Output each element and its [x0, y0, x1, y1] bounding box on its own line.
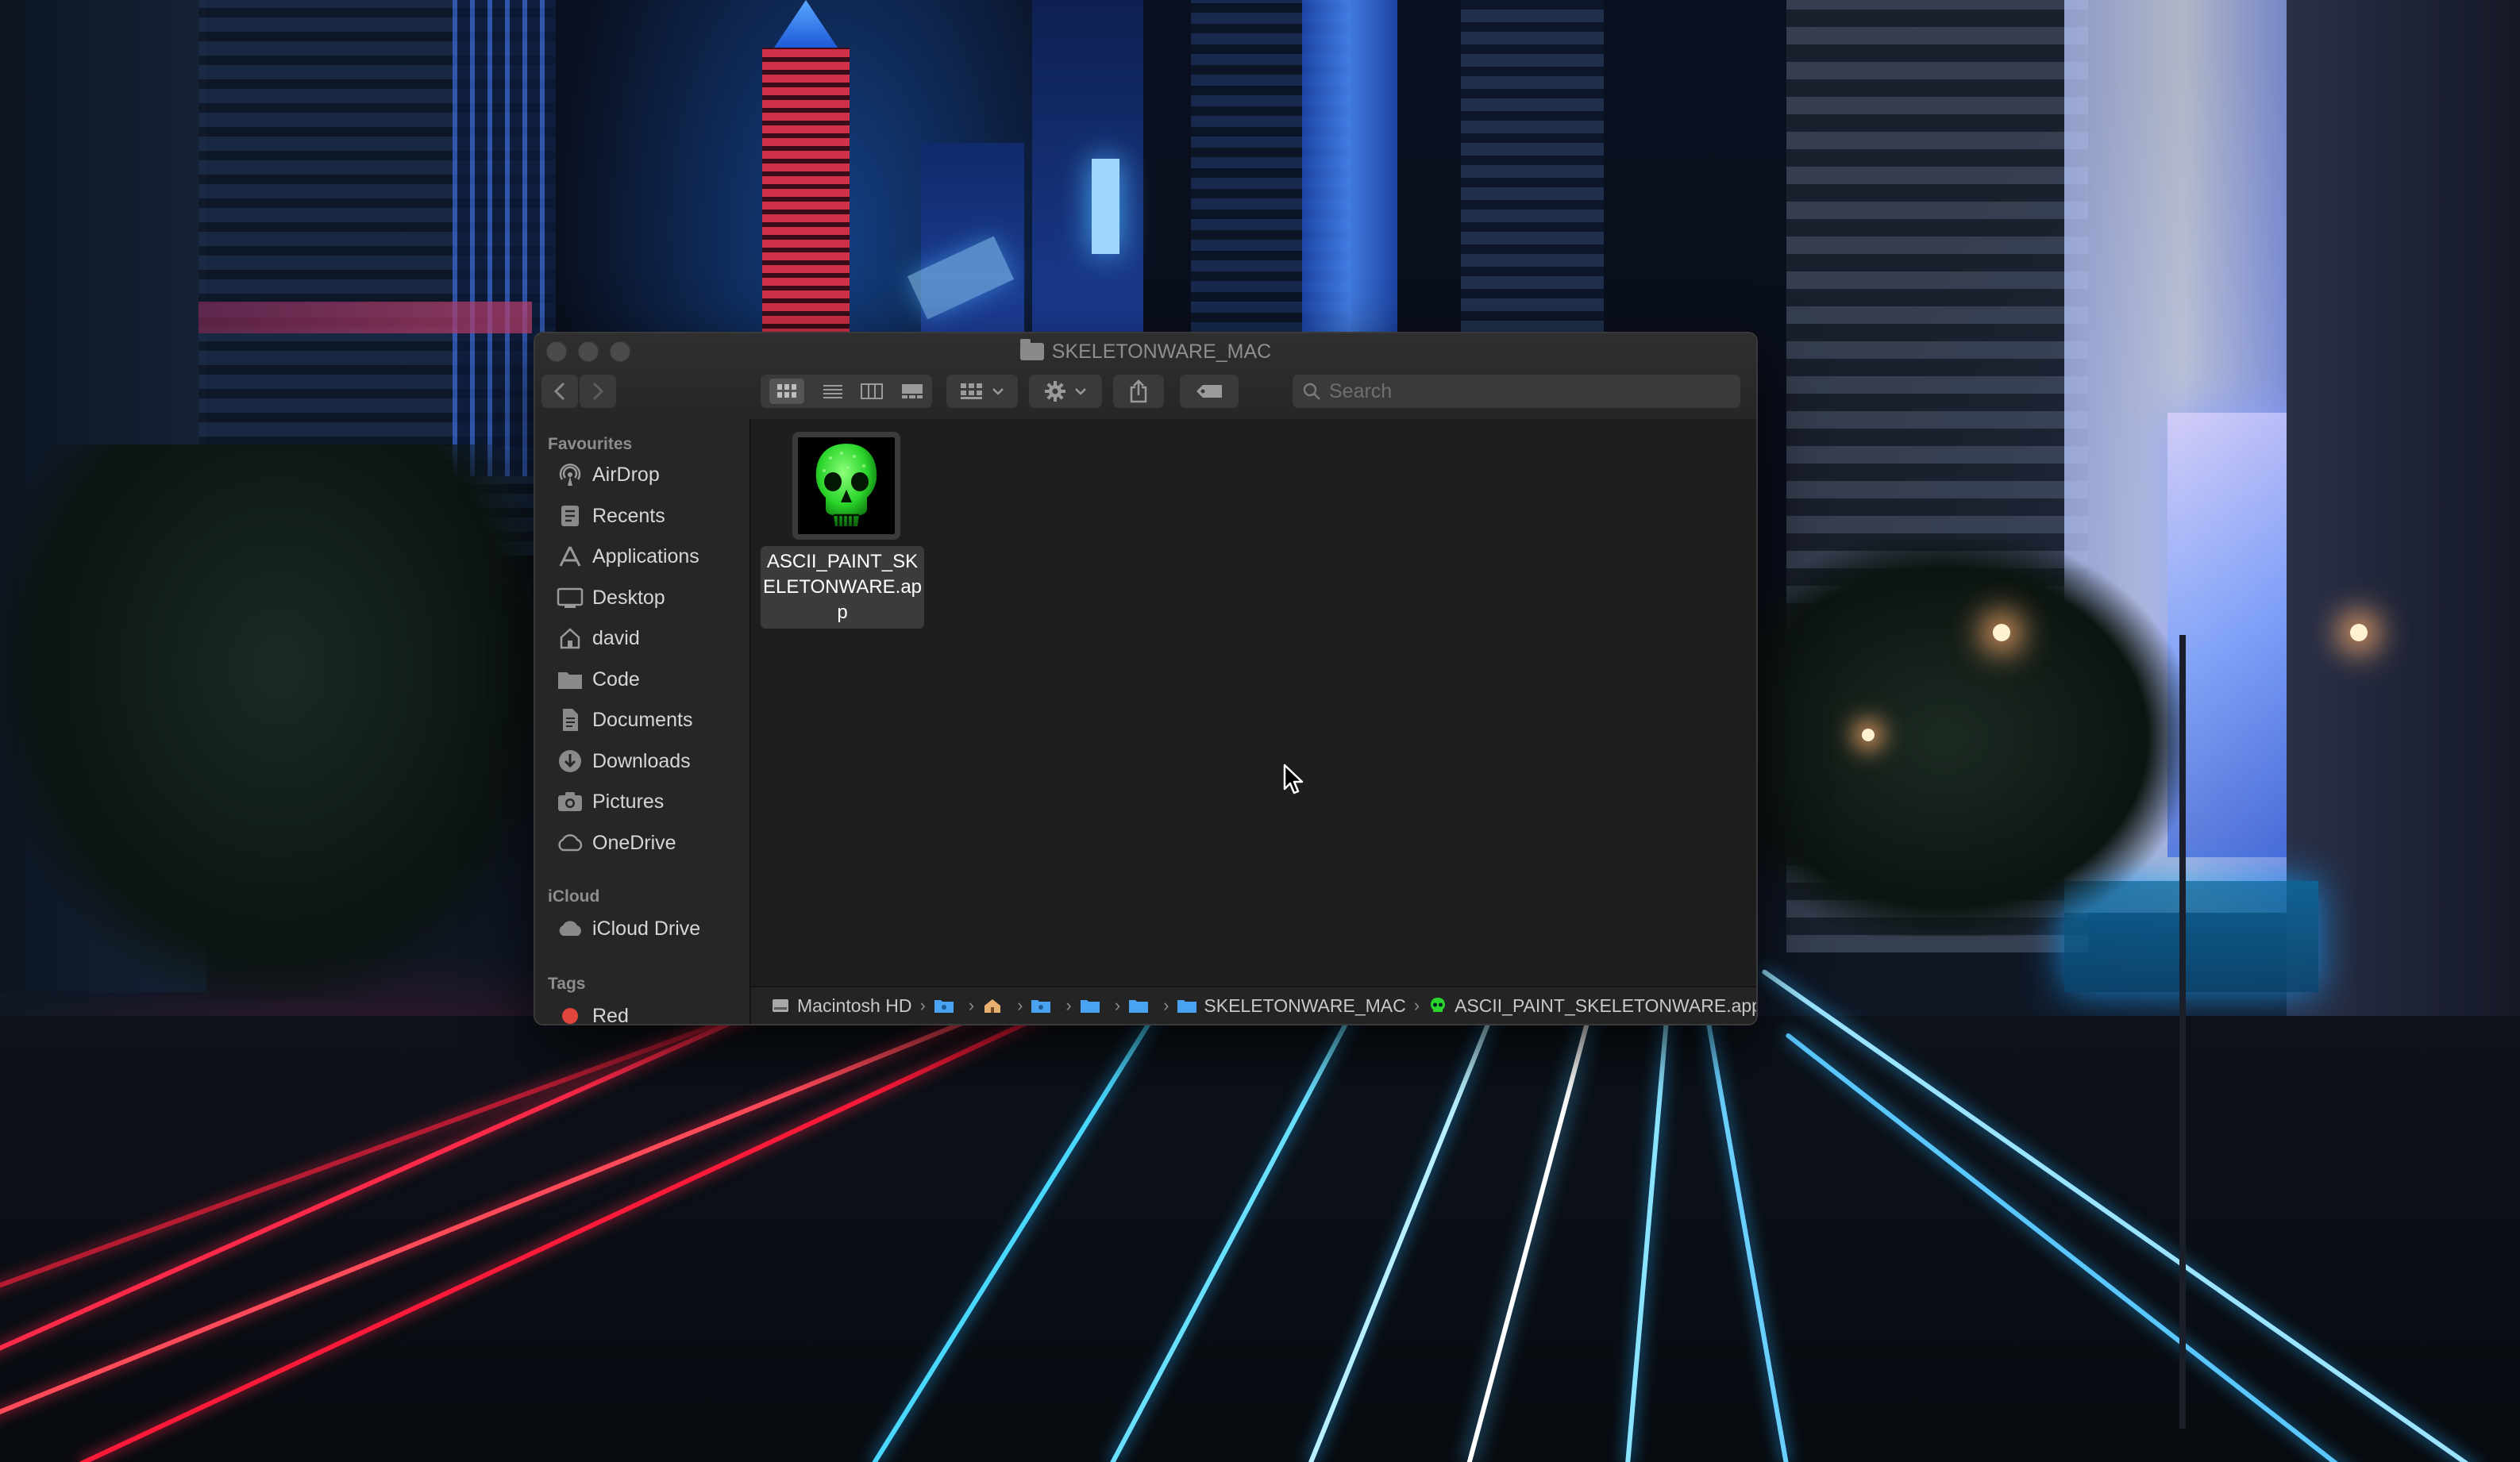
home-icon: [556, 625, 584, 651]
sidebar-item-icloud-drive[interactable]: iCloud Drive: [556, 911, 700, 946]
documents-icon: [556, 707, 584, 733]
folder-icon: [1177, 998, 1197, 1014]
applications-icon: [556, 544, 584, 569]
path-bar: Macintosh HD › › › › › › SKELETONWARE_MA…: [751, 986, 1756, 1024]
folder-icon: [934, 998, 954, 1014]
icon-view-button[interactable]: [769, 379, 805, 404]
path-separator: ›: [1413, 995, 1420, 1015]
sidebar-item-code[interactable]: Code: [556, 662, 640, 697]
sidebar-item-recents[interactable]: Recents: [556, 498, 665, 533]
chevron-right-icon: [592, 382, 604, 401]
sidebar-heading-favourites: Favourites: [548, 435, 633, 453]
recents-icon: [556, 503, 584, 529]
mouse-cursor-icon: [1283, 764, 1304, 794]
path-separator: ›: [968, 995, 975, 1015]
folder-icon: [556, 667, 584, 692]
cloud-icon: [556, 830, 584, 856]
sidebar-item-documents[interactable]: Documents: [556, 702, 692, 737]
edit-tags-button[interactable]: [1180, 375, 1239, 408]
downloads-icon: [556, 748, 584, 774]
sidebar-item-applications[interactable]: Applications: [556, 539, 699, 574]
path-item-skeletonware-mac[interactable]: SKELETONWARE_MAC: [1177, 995, 1406, 1017]
action-menu-button[interactable]: [1029, 375, 1102, 408]
chevron-left-icon: [553, 382, 565, 401]
sidebar-item-david[interactable]: david: [556, 621, 640, 656]
back-button[interactable]: [541, 375, 578, 408]
sidebar-item-downloads[interactable]: Downloads: [556, 744, 691, 779]
home-icon: [982, 998, 1003, 1014]
title-bar: SKELETONWARE_MAC Search: [535, 333, 1756, 421]
finder-window: SKELETONWARE_MAC Search Favourites AirDr…: [534, 332, 1758, 1025]
icon-view-icon: [777, 384, 797, 398]
sidebar-heading-icloud: iCloud: [548, 887, 600, 906]
path-item-folder[interactable]: [1031, 998, 1058, 1014]
search-field[interactable]: Search: [1293, 375, 1740, 408]
path-item-app[interactable]: ASCII_PAINT_SKELETONWARE.app: [1428, 995, 1756, 1017]
sidebar: Favourites AirDrop Recents Applications …: [535, 419, 751, 1024]
list-view-button[interactable]: [823, 383, 843, 399]
share-button[interactable]: [1113, 375, 1164, 408]
path-item-folder[interactable]: [934, 998, 961, 1014]
red-tag-dot-icon: [556, 1003, 584, 1024]
green-skull-app-icon: [815, 444, 877, 526]
chevron-down-icon: [992, 388, 1004, 395]
list-view-icon: [823, 385, 842, 398]
chevron-down-icon: [1075, 388, 1086, 395]
search-placeholder: Search: [1329, 379, 1393, 402]
window-title: SKELETONWARE_MAC: [535, 338, 1756, 365]
sidebar-item-desktop[interactable]: Desktop: [556, 580, 665, 615]
file-browser-content: ASCII_PAINT_SKELETONWARE.app: [751, 419, 1756, 987]
group-by-icon: [961, 383, 982, 399]
group-by-button[interactable]: [946, 375, 1018, 408]
folder-icon: [1080, 998, 1100, 1014]
airdrop-icon: [556, 462, 584, 487]
path-item-macintosh-hd[interactable]: Macintosh HD: [770, 995, 911, 1017]
path-separator: ›: [1017, 995, 1023, 1015]
forward-button[interactable]: [580, 375, 616, 408]
path-separator: ›: [1065, 995, 1072, 1015]
action-gear-icon: [1045, 381, 1065, 402]
tag-icon: [1196, 385, 1222, 398]
path-item-folder[interactable]: [1128, 998, 1155, 1014]
folder-icon: [1128, 998, 1149, 1014]
hard-drive-icon: [770, 998, 791, 1014]
path-separator: ›: [1114, 995, 1121, 1015]
desktop-icon: [556, 585, 584, 610]
sidebar-item-tag-red[interactable]: Red: [556, 998, 629, 1024]
search-icon: [1303, 383, 1320, 400]
path-separator: ›: [1163, 995, 1169, 1015]
gallery-view-icon: [901, 384, 923, 398]
share-icon: [1130, 379, 1147, 403]
green-skull-app-icon: [1428, 998, 1448, 1014]
column-view-button[interactable]: [861, 383, 884, 399]
sidebar-heading-tags: Tags: [548, 975, 586, 993]
gallery-view-button[interactable]: [901, 383, 923, 399]
file-item-icon[interactable]: [792, 432, 900, 540]
path-item-home[interactable]: [982, 998, 1009, 1014]
path-item-folder[interactable]: [1080, 998, 1107, 1014]
folder-icon: [1019, 339, 1044, 360]
view-mode-segmented-control: [761, 375, 932, 408]
pictures-icon: [556, 789, 584, 814]
sidebar-item-onedrive[interactable]: OneDrive: [556, 825, 676, 860]
column-view-icon: [861, 383, 884, 399]
folder-icon: [1031, 998, 1051, 1014]
icloud-icon: [556, 916, 584, 941]
file-item-label[interactable]: ASCII_PAINT_SKELETONWARE.app: [761, 546, 924, 629]
sidebar-item-pictures[interactable]: Pictures: [556, 784, 664, 819]
sidebar-item-airdrop[interactable]: AirDrop: [556, 457, 660, 492]
path-separator: ›: [919, 995, 926, 1015]
